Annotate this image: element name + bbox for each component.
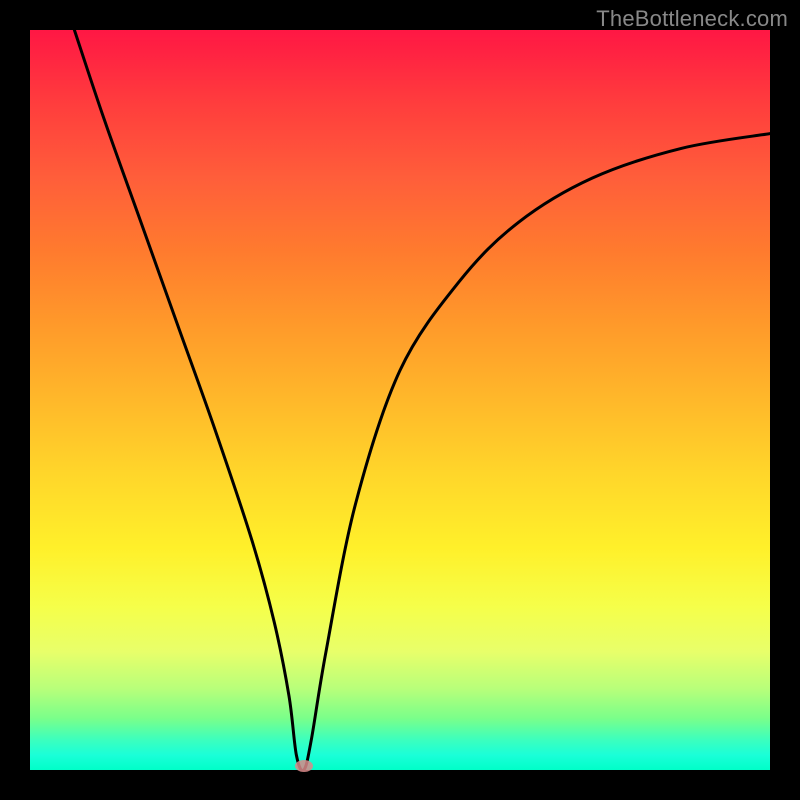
chart-container: TheBottleneck.com [0, 0, 800, 800]
optimal-point-marker [295, 760, 313, 772]
bottleneck-curve [74, 30, 770, 770]
curve-svg [30, 30, 770, 770]
watermark-text: TheBottleneck.com [596, 6, 788, 32]
plot-area [30, 30, 770, 770]
